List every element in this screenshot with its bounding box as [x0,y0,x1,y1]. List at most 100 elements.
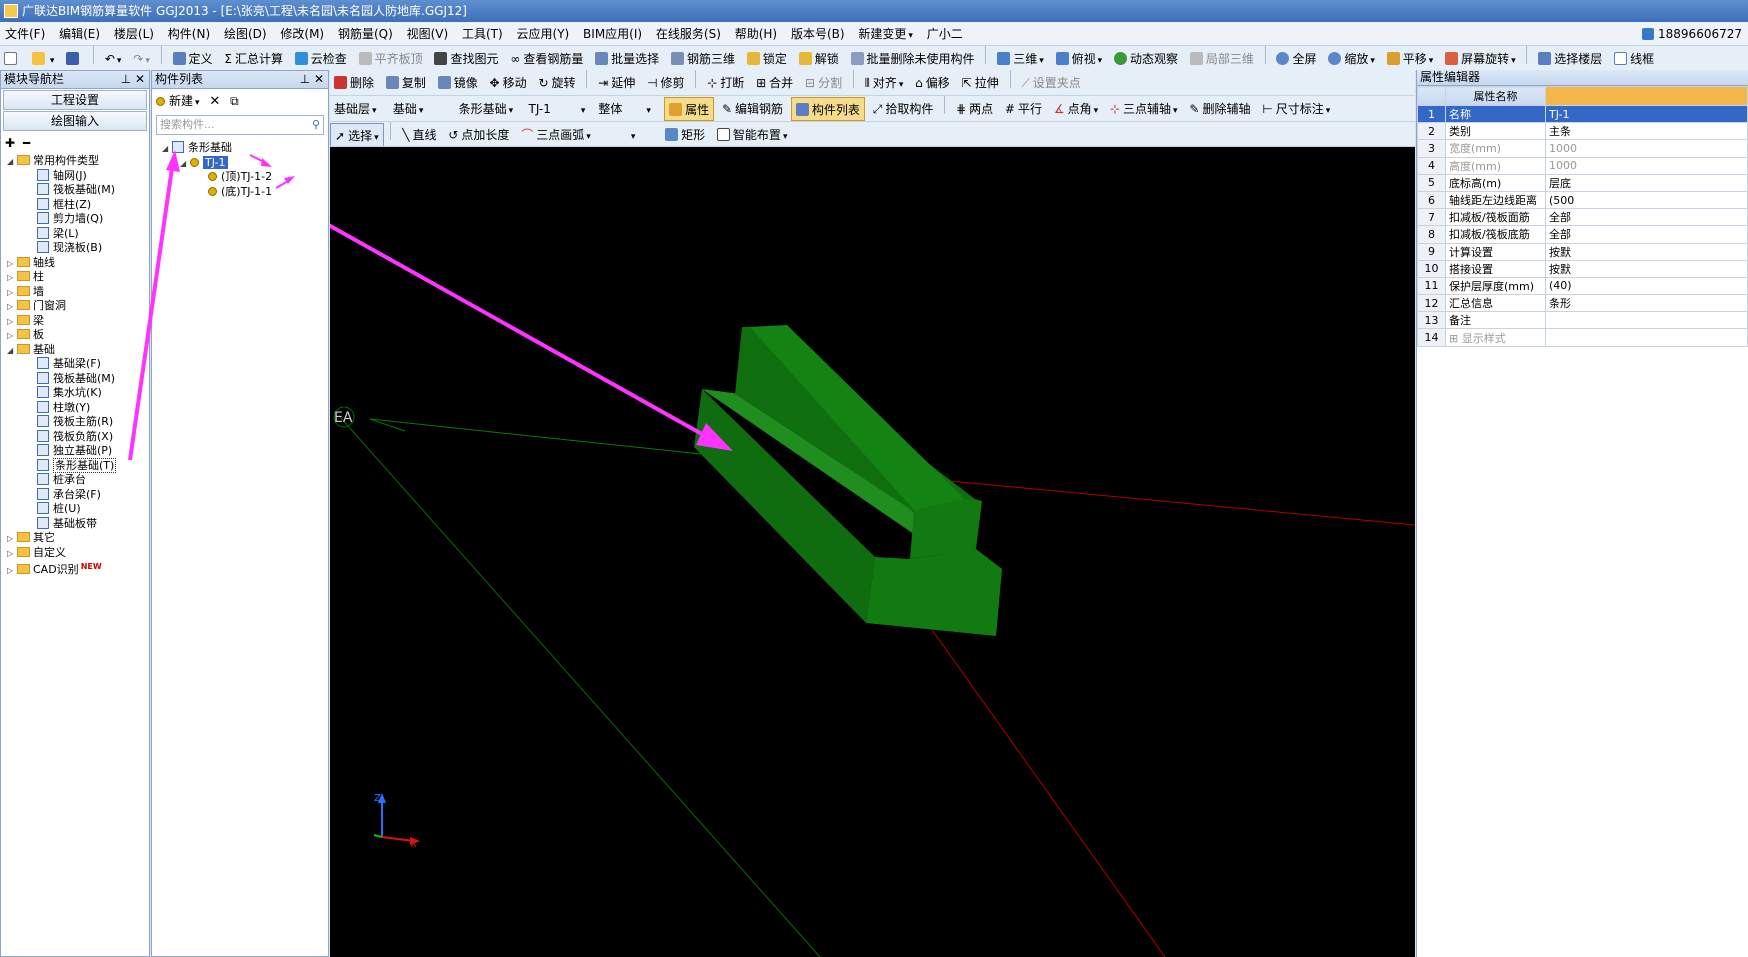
expand-plus-icon[interactable]: ⊞ [1449,332,1462,345]
nav-tree-item[interactable]: ▷ CAD识别 NEW [7,560,149,576]
line-tool-button[interactable]: ╲ 直线 [398,123,440,146]
delete-component-icon[interactable]: ✕ [209,94,220,109]
property-value[interactable]: 1000 [1545,139,1748,158]
nav-tree-item[interactable]: 轴网(J) [7,168,149,184]
property-value[interactable]: 1000 [1545,156,1748,175]
rotate-button[interactable]: ↻ 旋转 [534,71,579,95]
menu-new-change[interactable]: 新建变更 ▾ [853,22,918,45]
lock-button[interactable]: 锁定 [743,47,791,71]
nav-tree-item[interactable]: 独立基础(P) [7,444,149,459]
nav-tree-item[interactable]: 桩承台 [7,473,149,488]
user-account[interactable]: 18896606727 [1642,22,1742,45]
nav-tree-item[interactable]: ◢ 基础 [7,343,149,358]
unlock-button[interactable]: 解锁 [795,47,843,71]
nav-tree-item[interactable]: 剪力墙(Q) [7,212,149,227]
menu-modify[interactable]: 修改(M) [275,22,329,45]
set-grip-button[interactable]: ⟋ 设置夹点 [1017,71,1084,95]
nav-tree-item[interactable]: ▷ 柱 [7,270,149,285]
delete-button[interactable]: 删除 [330,71,378,95]
nav-tree-item[interactable]: 基础板带 [7,516,149,532]
nav-tree-item[interactable]: 筏板主筋(R) [7,415,149,430]
calc-summary-button[interactable]: Σ 汇总计算 [220,47,287,71]
menu-file[interactable]: 文件(F) [0,22,50,45]
batch-delete-unused-button[interactable]: 批量删除未使用构件 [847,47,979,71]
expand-arrow-icon[interactable]: ▷ [7,547,17,562]
menu-floor[interactable]: 楼层(L) [109,22,159,45]
nav-tree-item[interactable]: ▷ 墙 [7,285,149,300]
rebar-3d-button[interactable]: 钢筋三维 [667,47,739,71]
expand-arrow-icon[interactable]: ▷ [7,532,17,547]
nav-tree-item[interactable]: 框柱(Z) [7,197,149,213]
nav-tree-item[interactable]: 柱墩(Y) [7,400,149,416]
menu-assistant[interactable]: 广小二 [922,22,968,45]
component-type-select[interactable]: 条形基础 ▾ [455,97,521,121]
project-settings-button[interactable]: 工程设置 [3,90,147,110]
property-value[interactable]: 全部 [1545,208,1748,227]
expand-arrow-icon[interactable]: ▷ [7,329,17,344]
drawing-viewport[interactable]: EA Z X [330,147,1415,957]
screen-rotate-button[interactable]: 屏幕旋转 ▾ [1441,47,1520,71]
strip-foundation-model[interactable] [694,325,1002,636]
property-row[interactable]: 2 类别 主条 [1417,122,1748,141]
property-value[interactable]: 按默 [1545,259,1748,278]
nav-tree-item[interactable]: ▷ 其它 [7,531,149,546]
property-value[interactable]: 全部 [1545,225,1748,244]
panel-pin-close-icon[interactable]: ⊥ ✕ [300,71,324,88]
orbit-button[interactable]: 动态观察 [1110,47,1182,71]
drawing-input-button[interactable]: 绘图输入 [3,111,147,131]
component-list-button[interactable]: 构件列表 [790,97,865,121]
scope-select[interactable]: 整体 ▾ [594,97,660,121]
pick-component-button[interactable]: ⤢ 拾取构件 [869,97,938,121]
nav-tree-item[interactable]: 集水坑(K) [7,386,149,401]
property-row[interactable]: 11 保护层厚度(mm) (40) [1417,276,1748,296]
align-button[interactable]: ⫴ 对齐 ▾ [861,71,908,95]
viewport-canvas[interactable]: EA Z X [330,147,1415,957]
expand-arrow-icon[interactable]: ▷ [7,257,17,272]
menu-rebar[interactable]: 钢筋量(Q) [333,22,398,45]
panel-pin-close-icon[interactable]: ⊥ ✕ [121,71,145,88]
zoom-button[interactable]: 缩放 ▾ [1324,47,1379,71]
delete-aux-axis-button[interactable]: ✎ 删除辅轴 [1185,97,1254,121]
open-button[interactable]: ▾ [28,47,59,71]
property-row[interactable]: 12 汇总信息 条形 [1417,294,1748,313]
move-button[interactable]: ✥ 移动 [486,71,531,95]
undo-button[interactable]: ↶ ▾ [101,47,126,71]
nav-tree-item[interactable]: 承台梁(F) [7,487,149,503]
collapse-arrow-icon[interactable]: ◢ [7,155,17,170]
menu-version[interactable]: 版本号(B) [786,22,850,45]
menu-cloud[interactable]: 云应用(Y) [512,22,575,45]
component-tree-item[interactable]: ◢ TJ-1 [162,155,328,172]
rectangle-tool-button[interactable]: 矩形 [661,123,709,146]
stretch-button[interactable]: ⇱ 拉伸 [958,71,1003,95]
property-row[interactable]: 4 高度(mm) 1000 [1417,156,1748,175]
view-rebar-qty-button[interactable]: ∞ 查看钢筋量 [506,47,587,71]
property-value[interactable]: 按默 [1545,242,1748,261]
align-slab-top-button[interactable]: 平齐板顶 [355,47,427,71]
three-point-axis-button[interactable]: ⊹ 三点辅轴 ▾ [1106,97,1182,121]
expand-arrow-icon[interactable]: ▷ [7,300,17,315]
property-value[interactable]: 条形 [1545,294,1748,313]
nav-tree-item[interactable]: ◢ 常用构件类型 [7,154,149,169]
property-value[interactable]: 主条 [1545,122,1748,141]
menu-component[interactable]: 构件(N) [163,22,215,45]
component-tree-item[interactable]: (顶)TJ-1-2 [162,170,328,185]
nav-tree-item[interactable]: ▷ 轴线 [7,256,149,271]
nav-tree-item[interactable]: 梁(L) [7,226,149,242]
mirror-button[interactable]: 镜像 [434,71,482,95]
property-value[interactable]: 层底 [1545,173,1748,192]
component-tree-item[interactable]: ◢ 条形基础 [162,141,328,156]
select-floor-button[interactable]: 选择楼层 [1534,47,1606,71]
nav-tree-item[interactable]: ▷ 板 [7,328,149,343]
pan-button[interactable]: 平移 ▾ [1383,47,1438,71]
view-3d-button[interactable]: 三维 ▾ [993,47,1048,71]
property-value[interactable]: (500 [1545,190,1748,210]
save-button[interactable] [62,47,86,71]
expand-arrow-icon[interactable]: ▷ [7,271,17,286]
redo-button[interactable]: ↷ ▾ [129,47,154,71]
split-button[interactable]: ⊟ 分割 [801,71,846,95]
property-value[interactable]: TJ-1 [1545,104,1748,124]
collapse-arrow-icon[interactable]: ◢ [180,157,190,172]
fullscreen-button[interactable]: 全屏 [1272,47,1320,71]
point-length-button[interactable]: ↺ 点加长度 [444,123,513,146]
copy-component-icon[interactable]: ⧉ [230,94,239,108]
